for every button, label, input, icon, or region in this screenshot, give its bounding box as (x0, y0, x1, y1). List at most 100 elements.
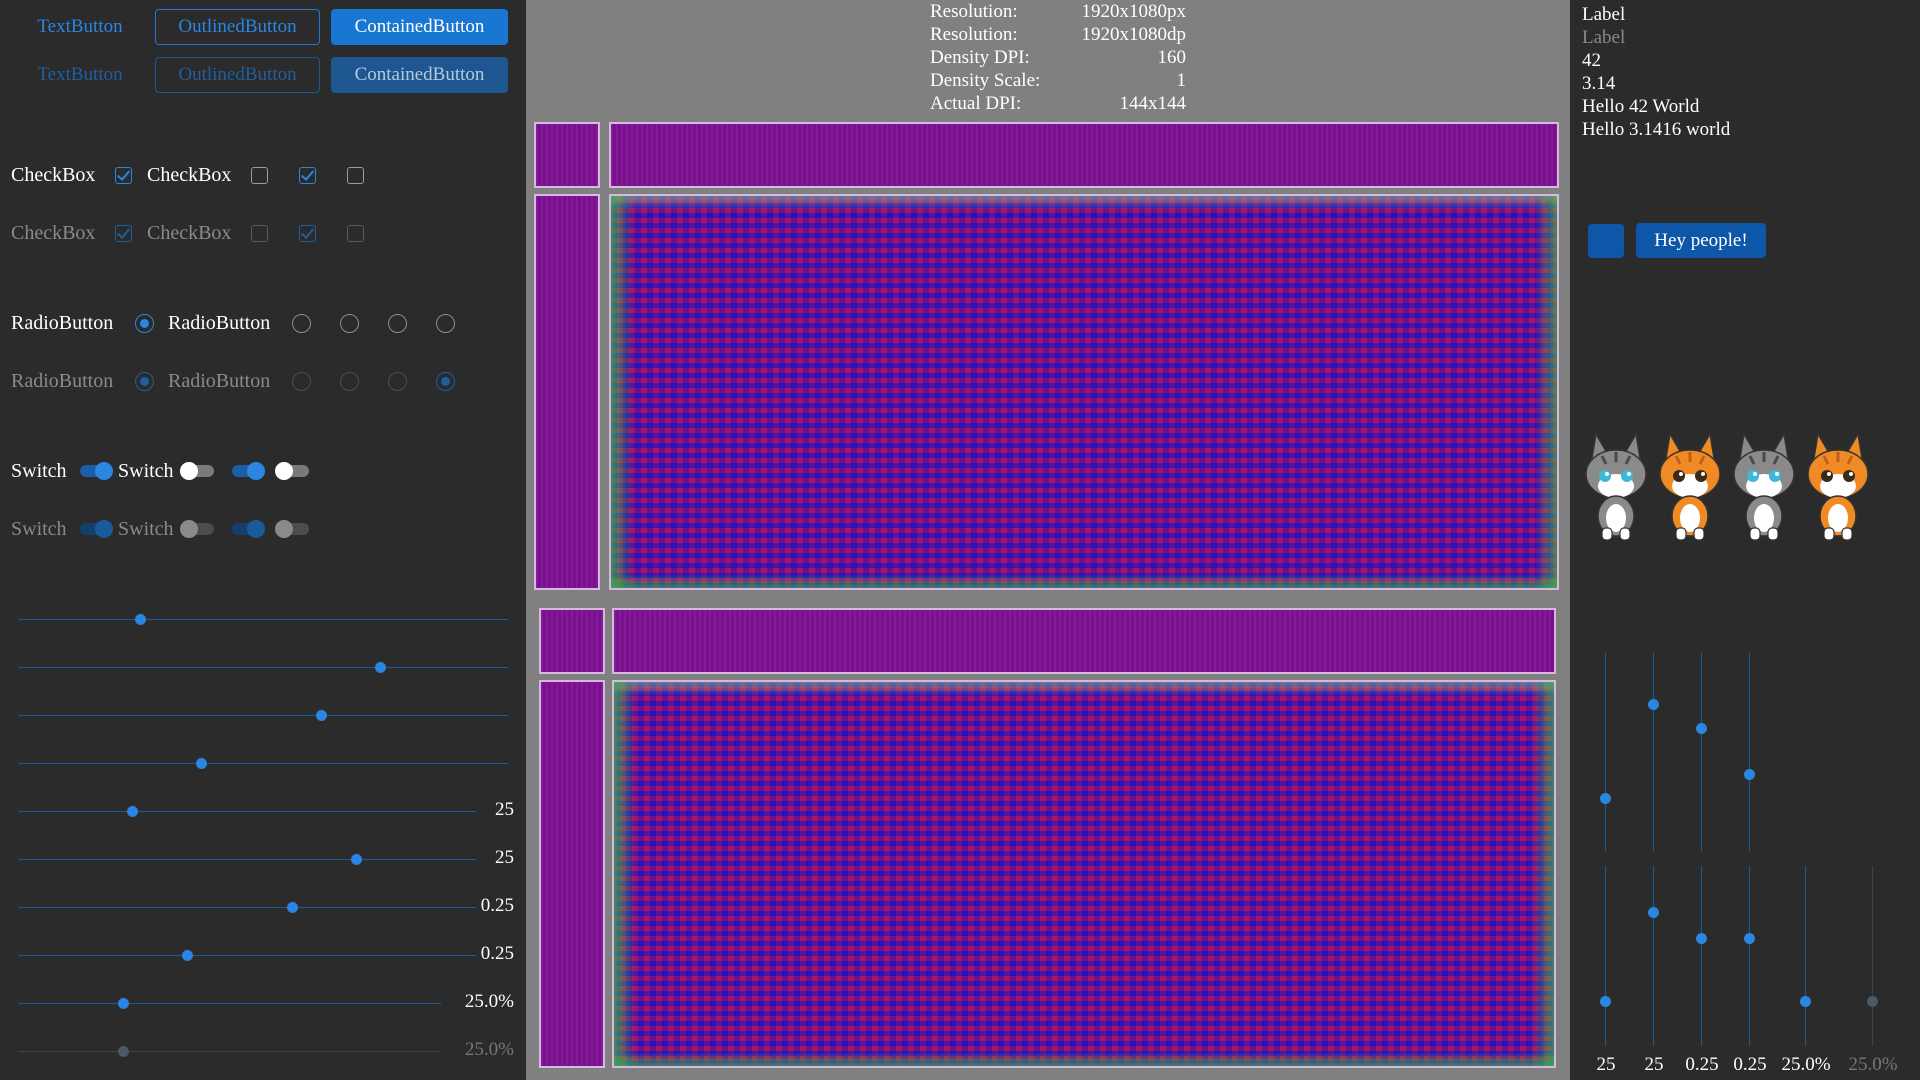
slider-knob[interactable] (375, 662, 387, 673)
slider-knob[interactable] (1600, 792, 1611, 804)
checkbox[interactable] (251, 167, 268, 184)
horizontal-slider[interactable] (18, 898, 476, 918)
contained-button-disabled: ContainedButton (331, 57, 508, 93)
display-info-value: 160 (1157, 47, 1187, 68)
vertical-slider[interactable] (1796, 866, 1816, 1046)
radio-label-disabled: RadioButton (168, 370, 271, 392)
vertical-slider (1863, 866, 1883, 1046)
horizontal-slider[interactable] (18, 994, 441, 1014)
display-info-value: 1920x1080px (1081, 1, 1187, 22)
switch-toggle[interactable] (275, 461, 311, 481)
slider-knob[interactable] (351, 854, 363, 865)
texture-top-strip (612, 608, 1556, 674)
texture-corner-tile (534, 122, 600, 188)
display-info-value: 1920x1080dp (1081, 24, 1187, 45)
slider-knob[interactable] (1696, 722, 1707, 734)
texture-corner-tile (539, 608, 605, 674)
vertical-slider[interactable] (1644, 652, 1664, 852)
outlined-button-disabled: OutlinedButton (155, 57, 320, 93)
slider-knob[interactable] (287, 902, 299, 913)
switch-toggle[interactable] (180, 461, 216, 481)
slider-knob[interactable] (118, 998, 130, 1009)
radio-button[interactable] (340, 314, 359, 333)
hey-people-button[interactable]: Hey people! (1636, 223, 1766, 258)
radio-button-disabled (135, 372, 154, 391)
slider-value-label: 0.25 (480, 895, 514, 916)
horizontal-slider[interactable] (18, 850, 476, 870)
checkbox[interactable] (299, 167, 316, 184)
hello-float-label: Hello 3.1416 world (1582, 119, 1731, 140)
display-info-key: Density DPI: (930, 47, 1030, 68)
switch-toggle-disabled (78, 519, 114, 539)
orange-cat-icon (1802, 430, 1874, 547)
outlined-button[interactable]: OutlinedButton (155, 9, 320, 45)
radio-button-disabled (292, 372, 311, 391)
vertical-slider[interactable] (1740, 652, 1760, 852)
slider-knob[interactable] (1600, 995, 1611, 1007)
vertical-slider[interactable] (1740, 866, 1760, 1046)
texture-main-pattern (609, 194, 1559, 590)
vertical-slider[interactable] (1596, 866, 1616, 1046)
radio-button-disabled (436, 372, 455, 391)
texture-viewport: Resolution: 1920x1080px Resolution: 1920x10… (526, 0, 1570, 1080)
slider-knob (1867, 995, 1878, 1007)
checkbox[interactable] (347, 167, 364, 184)
controls-panel: TextButton OutlinedButton ContainedButto… (0, 0, 526, 1080)
slider-value-label: 25.0% (464, 991, 514, 1012)
slider-knob[interactable] (316, 710, 328, 721)
contained-button[interactable]: ContainedButton (331, 9, 508, 45)
vertical-slider[interactable] (1644, 866, 1664, 1046)
vertical-slider[interactable] (1596, 652, 1616, 852)
slider-knob[interactable] (1800, 995, 1811, 1007)
slider-knob[interactable] (196, 758, 208, 769)
slider-value-label: 0.25 (1733, 1054, 1767, 1075)
slider-knob[interactable] (181, 950, 193, 961)
horizontal-slider[interactable] (18, 802, 476, 822)
radio-button[interactable] (292, 314, 311, 333)
label-text-disabled: Label (1582, 27, 1626, 48)
slider-value-label: 25 (495, 847, 514, 868)
switch-toggle-disabled (180, 519, 216, 539)
slider-knob[interactable] (1744, 932, 1755, 944)
float-value-label: 3.14 (1582, 73, 1616, 94)
radio-label: RadioButton (11, 312, 114, 334)
vertical-slider[interactable] (1692, 866, 1712, 1046)
info-panel: Label Label 42 3.14 Hello 42 World Hello… (1570, 0, 1920, 1080)
color-swatch-button[interactable] (1588, 224, 1624, 258)
slider-value-label: 25.0% (1781, 1054, 1831, 1075)
text-button[interactable]: TextButton (20, 9, 140, 45)
radio-button[interactable] (436, 314, 455, 333)
slider-knob[interactable] (135, 614, 146, 625)
vertical-slider[interactable] (1692, 652, 1712, 852)
checkbox-disabled (115, 225, 132, 242)
slider-value-label: 25.0% (464, 1039, 514, 1060)
slider-knob[interactable] (1648, 698, 1659, 710)
texture-left-strip (539, 680, 605, 1068)
slider-knob (118, 1046, 130, 1057)
switch-label-disabled: Switch (118, 518, 174, 540)
horizontal-slider[interactable] (18, 610, 508, 630)
int-value-label: 42 (1582, 50, 1601, 71)
checkbox-label: CheckBox (147, 164, 232, 186)
slider-knob[interactable] (1744, 768, 1755, 780)
slider-knob[interactable] (1648, 907, 1659, 919)
display-info-value: 1 (1176, 70, 1187, 91)
slider-value-label: 25.0% (1848, 1054, 1898, 1075)
gray-cat-icon (1728, 430, 1800, 547)
horizontal-slider[interactable] (18, 706, 508, 726)
radio-button[interactable] (135, 314, 154, 333)
hello-int-label: Hello 42 World (1582, 96, 1700, 117)
switch-toggle[interactable] (78, 461, 114, 481)
radio-button[interactable] (388, 314, 407, 333)
slider-knob[interactable] (127, 806, 138, 817)
horizontal-slider[interactable] (18, 658, 508, 678)
slider-knob[interactable] (1696, 932, 1707, 944)
horizontal-slider[interactable] (18, 754, 508, 774)
radio-label-disabled: RadioButton (11, 370, 114, 392)
checkbox[interactable] (115, 167, 132, 184)
radio-button-disabled (388, 372, 407, 391)
horizontal-slider[interactable] (18, 946, 476, 966)
texture-top-strip (609, 122, 1559, 188)
orange-cat-icon (1654, 430, 1726, 547)
switch-toggle[interactable] (230, 461, 266, 481)
